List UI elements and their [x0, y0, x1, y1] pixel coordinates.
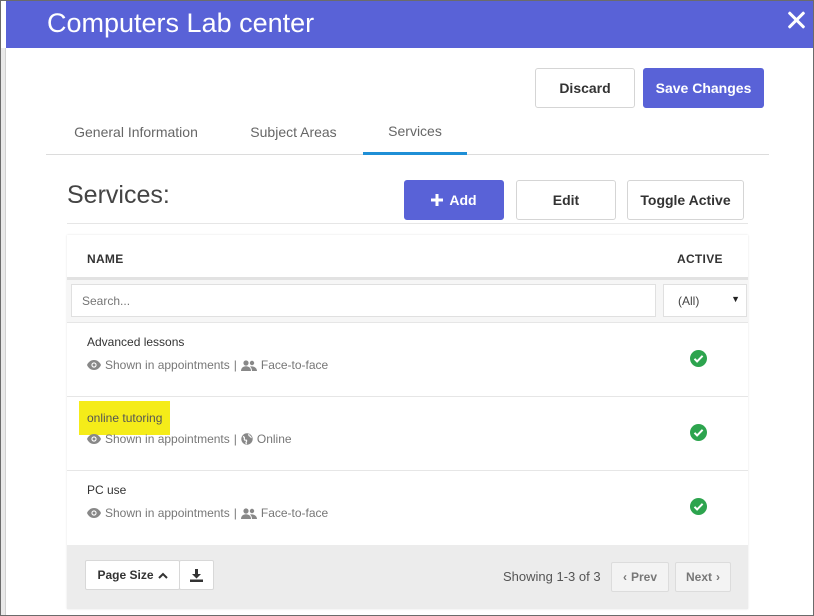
- eye-icon: [87, 434, 101, 444]
- meta-separator: |: [233, 432, 237, 446]
- add-button[interactable]: Add: [404, 180, 504, 220]
- prev-label: Prev: [630, 570, 658, 584]
- active-filter-value: (All): [678, 294, 700, 308]
- service-meta: Shown in appointments | Face-to-face: [87, 506, 328, 520]
- toggle-active-button[interactable]: Toggle Active: [627, 180, 744, 220]
- service-mode: Face-to-face: [260, 358, 329, 372]
- filter-row: (All) ▼: [67, 280, 748, 322]
- service-name: online tutoring: [79, 401, 171, 435]
- service-name: PC use: [87, 483, 127, 497]
- tab-general-information[interactable]: General Information: [46, 109, 226, 155]
- active-check-icon: [690, 424, 707, 441]
- download-button[interactable]: [179, 560, 214, 590]
- chevron-right-icon: ›: [716, 570, 720, 584]
- save-changes-button[interactable]: Save Changes: [643, 68, 764, 108]
- background-strip: [1, 48, 6, 615]
- chevron-up-icon: [157, 572, 168, 579]
- tab-subject-areas[interactable]: Subject Areas: [236, 109, 351, 155]
- service-meta: Shown in appointments | Face-to-face: [87, 358, 328, 372]
- users-icon: [240, 359, 257, 371]
- add-button-label: Add: [449, 192, 477, 208]
- tab-bar: General Information Subject Areas Servic…: [46, 109, 769, 155]
- table-footer: Page Size Showing 1-3 of 3 ‹ Prev Next ›: [67, 545, 748, 609]
- service-mode: Online: [256, 432, 292, 446]
- close-icon[interactable]: [785, 9, 807, 31]
- eye-icon: [87, 360, 101, 370]
- discard-button[interactable]: Discard: [535, 68, 635, 108]
- meta-separator: |: [233, 506, 237, 520]
- globe-icon: [241, 433, 253, 445]
- column-header-name[interactable]: NAME: [87, 252, 124, 266]
- active-filter-select[interactable]: (All) ▼: [663, 284, 747, 317]
- page-size-button[interactable]: Page Size: [85, 560, 180, 590]
- eye-icon: [87, 508, 101, 518]
- search-input[interactable]: [71, 284, 656, 317]
- edit-button[interactable]: Edit: [516, 180, 616, 220]
- prev-button[interactable]: ‹ Prev: [611, 562, 669, 592]
- service-name: Advanced lessons: [87, 335, 185, 349]
- section-divider: [67, 223, 748, 224]
- caret-down-icon: ▼: [731, 294, 740, 304]
- table-row[interactable]: Advanced lessons Shown in appointments |…: [67, 322, 748, 396]
- table-row[interactable]: PC use Shown in appointments | Face-to-f…: [67, 470, 748, 544]
- tab-services[interactable]: Services: [363, 109, 467, 155]
- page-size-label: Page Size: [97, 568, 154, 582]
- modal-header: Computers Lab center: [6, 1, 813, 48]
- section-title: Services:: [67, 181, 170, 209]
- download-icon: [190, 568, 203, 582]
- users-icon: [240, 507, 257, 519]
- active-check-icon: [690, 498, 707, 515]
- service-meta: Shown in appointments | Online: [87, 432, 292, 446]
- column-header-active[interactable]: ACTIVE: [677, 252, 723, 266]
- shown-in-appointments: Shown in appointments: [105, 432, 230, 446]
- pagination-status: Showing 1-3 of 3: [503, 569, 601, 584]
- next-label: Next: [685, 570, 712, 584]
- plus-icon: [431, 194, 444, 206]
- shown-in-appointments: Shown in appointments: [105, 506, 230, 520]
- modal-window: Computers Lab center Discard Save Change…: [0, 0, 814, 616]
- modal-title: Computers Lab center: [47, 8, 315, 38]
- chevron-left-icon: ‹: [622, 570, 627, 584]
- shown-in-appointments: Shown in appointments: [105, 358, 230, 372]
- meta-separator: |: [233, 358, 237, 372]
- active-check-icon: [690, 350, 707, 367]
- table-row[interactable]: online tutoring Shown in appointments | …: [67, 396, 748, 470]
- next-button[interactable]: Next ›: [675, 562, 731, 592]
- services-table: NAME ACTIVE (All) ▼ Advanced lessons Sho…: [67, 235, 748, 609]
- service-mode: Face-to-face: [260, 506, 329, 520]
